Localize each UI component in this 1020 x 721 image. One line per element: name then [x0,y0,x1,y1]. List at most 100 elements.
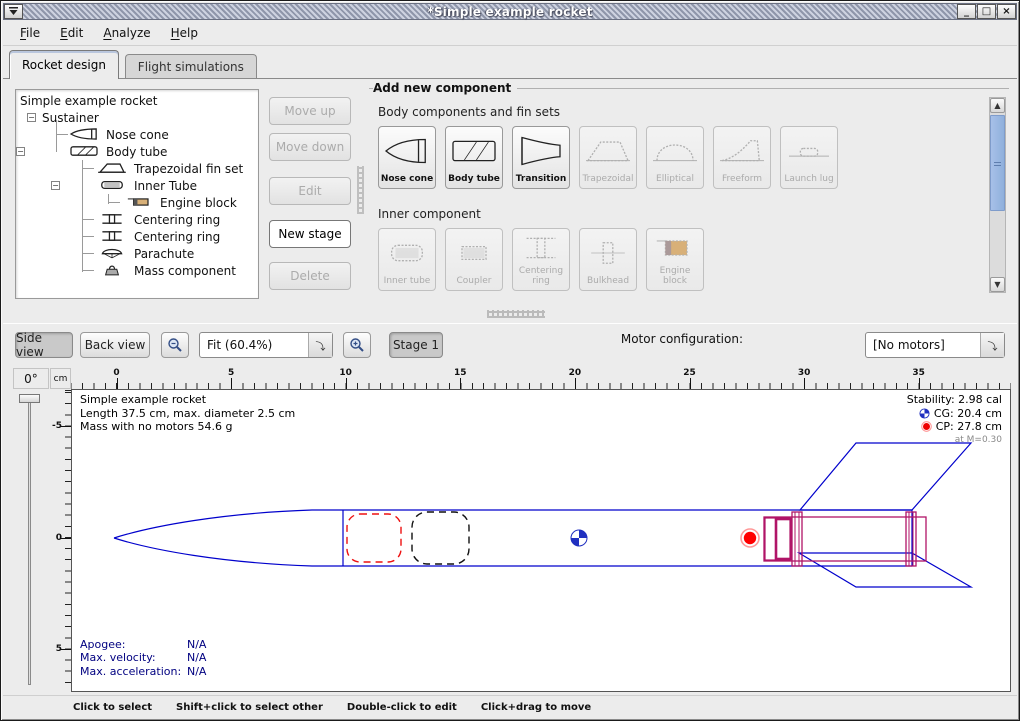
expander-icon[interactable]: − [51,181,60,190]
cg-line: CG: 20.4 cm [907,407,1002,421]
magnifier-minus-icon [167,337,183,353]
tree-row-sustainer[interactable]: −Sustainer [16,109,258,126]
rocket-info-text: Simple example rocket Length 37.5 cm, ma… [80,393,295,434]
tree-row-centering-ring[interactable]: Centering ring [16,228,258,245]
tree-label: Nose cone [106,128,169,142]
freeform-icon [714,127,770,174]
component-panel-scrollbar[interactable]: ▲ ▼ [989,97,1006,293]
cg-icon [919,408,930,419]
rocket-figure-area: 0° cm 05101520253035 -505 Simple example… [3,363,1017,695]
magnifier-plus-icon [349,337,365,353]
delete-button: Delete [269,262,351,290]
minimize-button[interactable]: _ [957,4,976,19]
h-ruler-label: 0 [113,368,119,378]
transition-icon [513,127,569,174]
horizontal-ruler: 05101520253035 [71,368,1011,389]
tab-strip: Rocket designFlight simulations [3,47,1017,79]
status-bar: Click to selectShift+click to select oth… [3,695,1017,718]
scroll-up-button[interactable]: ▲ [990,98,1005,113]
zoom-out-button[interactable] [161,332,189,358]
tree-label: Body tube [106,145,167,159]
h-ruler-label: 20 [569,368,582,378]
new-stage-button[interactable]: New stage [269,220,351,248]
status-hint: Click+drag to move [481,702,591,713]
status-hint: Shift+click to select other [176,702,323,713]
rocket-canvas[interactable]: Simple example rocket Length 37.5 cm, ma… [71,389,1011,692]
tree-label: Trapezoidal fin set [134,162,243,176]
zoom-select-arrow-icon: ⤵︎ [308,333,332,357]
rocket-drawing [72,390,1010,691]
perf-max-velocity: Max. velocity:N/A [80,651,206,665]
tree-row-mass-component[interactable]: Mass component [16,262,258,279]
menu-file[interactable]: File [11,23,49,43]
motor-select-arrow-icon: ⤵︎ [980,333,1004,357]
menu-help[interactable]: Help [162,23,207,43]
elliptical-icon [647,127,703,174]
side-view-button[interactable]: Side view [15,332,73,358]
flight-performance-readout: Apogee:N/AMax. velocity:N/AMax. accelera… [80,638,206,679]
title-bar[interactable]: *Simple example rocket _ □ × [3,3,1017,20]
mass-icon [96,263,128,280]
tree-label: Centering ring [134,230,220,244]
stage-1-toggle[interactable]: Stage 1 [389,332,443,358]
tree-row-body-tube[interactable]: − Body tube [16,143,258,160]
h-ruler-label: 10 [339,368,352,378]
component-tree[interactable]: Simple example rocket−Sustainer Nose cone… [15,89,259,299]
component-button-transition[interactable]: Transition [512,126,570,189]
tab-divider [3,78,1017,79]
bodytube-icon [68,144,100,161]
move-up-button: Move up [269,97,351,125]
centeringring-icon [96,212,128,229]
close-button[interactable]: × [997,4,1016,19]
tree-row-trapezoidal-fin-set[interactable]: Trapezoidal fin set [16,160,258,177]
tree-row-nose-cone[interactable]: Nose cone [16,126,258,143]
component-button-trapezoidal: Trapezoidal [579,126,637,189]
menu-analyze[interactable]: Analyze [94,23,159,43]
component-button-engine-block: Engine block [646,228,704,291]
fin-icon [580,127,636,174]
add-component-title: Add new component [373,81,517,95]
coupler-icon [446,229,502,276]
rotation-slider-thumb[interactable] [19,394,40,403]
vertical-ruler: -505 [50,389,71,692]
ruler-unit-label: cm [50,368,71,389]
scrollbar-thumb[interactable] [990,115,1005,211]
menu-edit[interactable]: Edit [51,23,92,43]
expander-icon[interactable]: − [16,147,25,156]
component-button-coupler: Coupler [445,228,503,291]
zoom-select[interactable]: Fit (60.4%) ⤵︎ [199,332,333,358]
tree-row-engine-block[interactable]: Engine block [16,194,258,211]
stability-readout: Stability: 2.98 cal CG: 20.4 cm CP: 27.8… [907,393,1002,447]
motor-configuration-select[interactable]: [No motors] ⤵︎ [865,332,1005,358]
maximize-button[interactable]: □ [977,4,996,19]
h-ruler-label: 5 [228,368,234,378]
scroll-down-button[interactable]: ▼ [990,277,1005,292]
h-ruler-label: 15 [454,368,467,378]
tab-flight-simulations[interactable]: Flight simulations [125,54,257,79]
tree-row-parachute[interactable]: Parachute [16,245,258,262]
expander-icon[interactable]: − [27,113,36,122]
horizontal-splitter-grip[interactable] [487,310,545,318]
tree-label: Simple example rocket [20,94,157,108]
back-view-button[interactable]: Back view [80,332,150,358]
move-down-button: Move down [269,133,351,161]
motor-configuration-label: Motor configuration: [621,332,743,346]
zoom-in-button[interactable] [343,332,371,358]
mach-note: at M=0.30 [907,434,1002,448]
edit-button: Edit [269,177,351,205]
tree-row-centering-ring[interactable]: Centering ring [16,211,258,228]
bodytube-icon [446,127,502,174]
cp-icon [921,421,932,432]
component-button-nose-cone[interactable]: Nose cone [378,126,436,189]
rotation-slider-track[interactable] [28,400,31,685]
tree-row-inner-tube[interactable]: −Inner Tube [16,177,258,194]
window-menu-button[interactable] [4,4,23,19]
view-toolbar: Side view Back view Fit (60.4%) ⤵︎ Stage… [3,323,1017,363]
centeringring-icon [513,229,569,266]
component-button-body-tube[interactable]: Body tube [445,126,503,189]
perf-max-acceleration: Max. acceleration:N/A [80,665,206,679]
tab-rocket-design[interactable]: Rocket design [9,50,119,79]
component-button-bulkhead: Bulkhead [579,228,637,291]
tree-row-simple-example-rocket[interactable]: Simple example rocket [16,92,258,109]
vertical-splitter-grip[interactable] [357,166,364,214]
